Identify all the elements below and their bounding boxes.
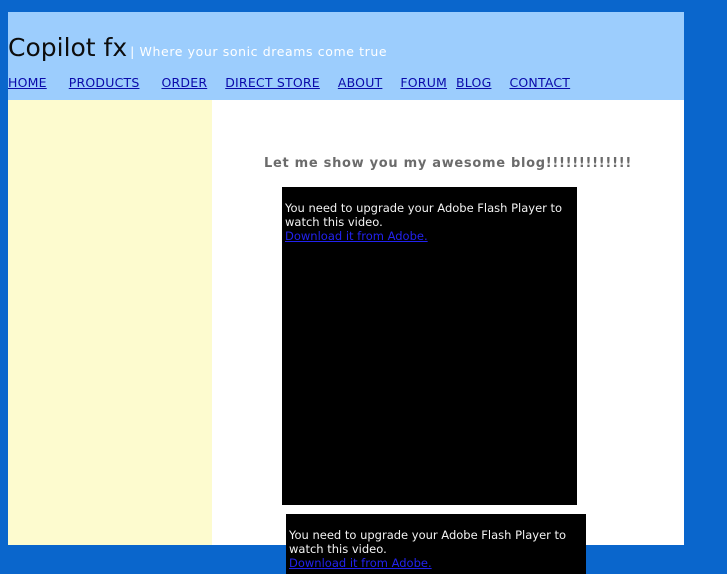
content-row: Let me show you my awesome blog!!!!!!!!!… xyxy=(8,100,684,574)
site-header: Copilot fx | Where your sonic dreams come… xyxy=(8,12,684,100)
primary-nav[interactable]: HOME PRODUCTS ORDER DIRECT STORE ABOUT FORUM B… xyxy=(8,75,570,90)
nav-link-blog[interactable]: BLOG xyxy=(456,75,491,90)
nav-link-home[interactable]: HOME xyxy=(8,75,47,90)
nav-link-forum[interactable]: FORUM xyxy=(400,75,447,90)
flash-message-line-1: You need to upgrade your Adobe Flash Pla… xyxy=(285,201,563,215)
flash-message-2: You need to upgrade your Adobe Flash Pla… xyxy=(289,528,569,570)
page-background: Copilot fx | Where your sonic dreams come… xyxy=(0,0,727,574)
site-tagline: | Where your sonic dreams come true xyxy=(130,44,388,59)
flash-download-link-2[interactable]: Download it from Adobe. xyxy=(289,556,432,570)
nav-spacer xyxy=(447,86,456,87)
flash-download-link-1[interactable]: Download it from Adobe. xyxy=(285,229,428,243)
nav-link-direct-store[interactable]: DIRECT STORE xyxy=(225,75,320,90)
nav-spacer xyxy=(382,86,400,87)
brand-row: Copilot fx | Where your sonic dreams come… xyxy=(8,35,387,60)
nav-link-about[interactable]: ABOUT xyxy=(338,75,383,90)
nav-spacer xyxy=(47,86,69,87)
nav-link-order[interactable]: ORDER xyxy=(161,75,207,90)
site-title: Copilot fx xyxy=(8,33,128,62)
page-title: Let me show you my awesome blog!!!!!!!!!… xyxy=(264,156,632,171)
site-container: Copilot fx | Where your sonic dreams come… xyxy=(8,12,684,574)
nav-spacer xyxy=(207,86,225,87)
nav-spacer xyxy=(491,86,509,87)
flash-message-line-2: watch this video. xyxy=(289,542,387,556)
left-sidebar xyxy=(8,100,212,545)
nav-link-contact[interactable]: CONTACT xyxy=(509,75,570,90)
nav-link-products[interactable]: PRODUCTS xyxy=(69,75,140,90)
nav-spacer xyxy=(139,86,161,87)
nav-spacer xyxy=(320,86,338,87)
flash-video-placeholder-2[interactable]: You need to upgrade your Adobe Flash Pla… xyxy=(286,514,586,574)
flash-message-1: You need to upgrade your Adobe Flash Pla… xyxy=(285,201,565,243)
flash-message-line-2: watch this video. xyxy=(285,215,383,229)
flash-video-placeholder-1[interactable]: You need to upgrade your Adobe Flash Pla… xyxy=(282,187,577,505)
flash-message-line-1: You need to upgrade your Adobe Flash Pla… xyxy=(289,528,567,542)
main-content: Let me show you my awesome blog!!!!!!!!!… xyxy=(212,100,684,574)
